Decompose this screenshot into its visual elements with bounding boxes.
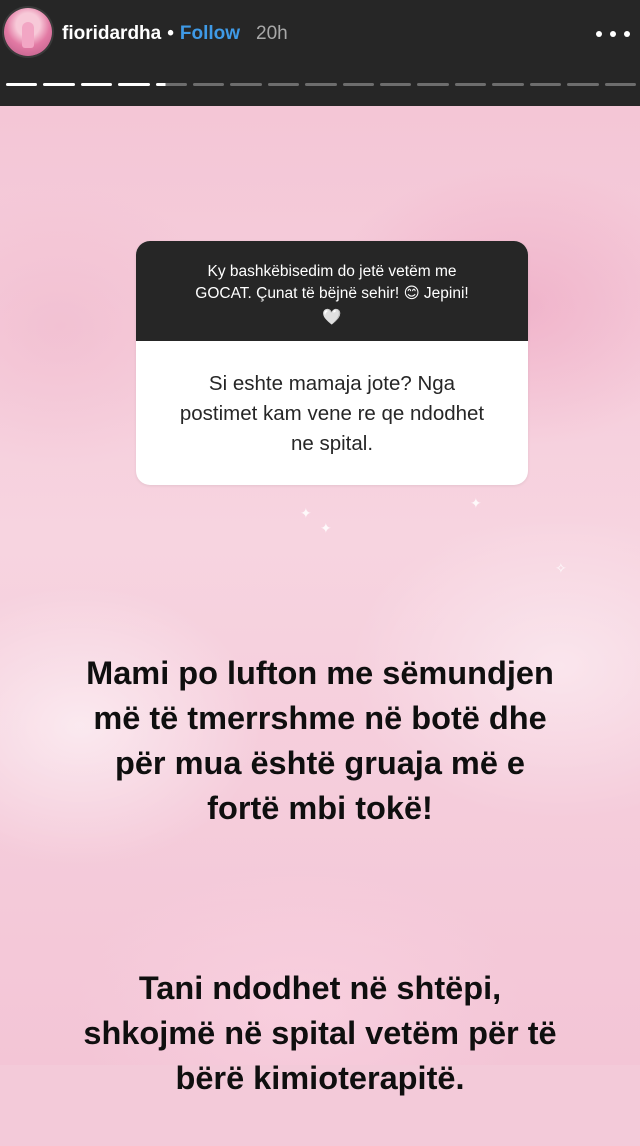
progress-segment (80, 83, 113, 86)
question-text: Si eshte mamaja jote? Nga postimet kam v… (179, 372, 485, 455)
progress-segment (155, 83, 188, 86)
sparkle-decoration: ✧ (555, 560, 567, 576)
progress-segment (529, 83, 562, 86)
progress-segment (567, 83, 599, 86)
more-options-icon[interactable] (596, 22, 630, 46)
progress-segment (342, 83, 375, 86)
answer-text: Mami po lufton me sëmundjen më të tmerrs… (40, 606, 600, 1146)
progress-segment (305, 83, 337, 86)
progress-segment (118, 83, 150, 86)
story-header: fioridardha • Follow 20h (0, 0, 640, 106)
sparkle-decoration: ✦ (300, 505, 312, 521)
progress-segment (6, 83, 38, 86)
user-row: fioridardha • Follow 20h (62, 20, 288, 48)
prompt-line: GOCAT. Çunat të bëjnë sehir! 😊 Jepini! (195, 285, 469, 302)
separator-dot: • (167, 23, 174, 44)
profile-avatar[interactable] (4, 8, 52, 56)
sparkle-decoration: ✦ (470, 495, 482, 511)
answer-paragraph-2: Tani ndodhet në shtëpi, shkojmë në spita… (83, 970, 557, 1096)
follow-button[interactable]: Follow (180, 23, 240, 45)
question-prompt: Ky bashkëbisedim do jetë vetëm me GOCAT.… (136, 241, 528, 341)
progress-segment (193, 83, 225, 86)
progress-segment (492, 83, 524, 86)
progress-segment (604, 83, 636, 86)
story-progress-bar (6, 83, 636, 87)
prompt-line: Ky bashkëbisedim do jetë vetëm me (207, 263, 457, 280)
sparkle-decoration: ✦ (320, 520, 332, 536)
white-heart-emoji: 🤍 (322, 309, 342, 326)
progress-segment (454, 83, 487, 86)
progress-segment (230, 83, 262, 86)
username-link[interactable]: fioridardha (62, 23, 161, 45)
progress-segment (380, 83, 412, 86)
progress-segment (43, 83, 75, 86)
answer-paragraph-1: Mami po lufton me sëmundjen më të tmerrs… (86, 655, 554, 826)
question-sticker: Ky bashkëbisedim do jetë vetëm me GOCAT.… (136, 241, 528, 485)
post-time: 20h (256, 23, 288, 44)
avatar-figure (22, 22, 34, 48)
progress-segment (267, 83, 300, 86)
progress-segment (417, 83, 449, 86)
